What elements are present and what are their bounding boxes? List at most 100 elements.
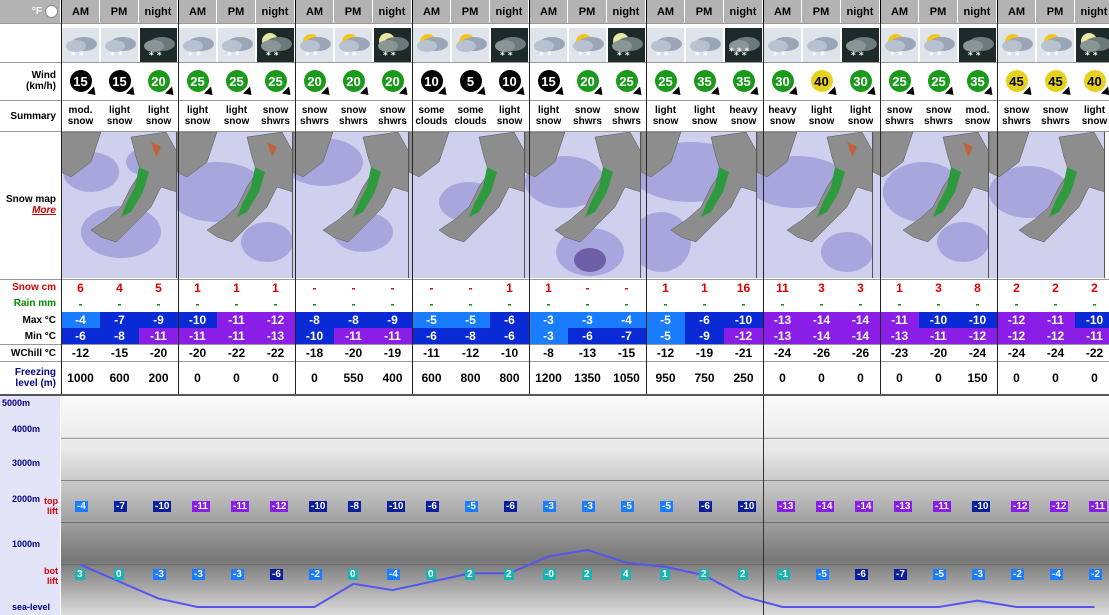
day-separator	[529, 23, 530, 394]
rain-mm-cell: -	[975, 296, 980, 311]
wind-direction-arrow-icon	[632, 86, 645, 99]
wind-cell: 35	[685, 62, 724, 100]
rain-mm-cell: -	[390, 296, 395, 311]
weather-cell: * *	[217, 26, 256, 64]
freezing-level-cell: 1000	[67, 371, 94, 385]
freezing-level-cell: 1350	[574, 371, 601, 385]
rain-mm-cell: -	[195, 296, 200, 311]
summary-cell: snow shwrs	[295, 101, 334, 131]
sun-snow-icon: * *	[880, 28, 918, 62]
unit-toggle-radio-icon[interactable]	[45, 5, 58, 18]
wind-chill-cell: -26	[851, 346, 870, 360]
wind-chill-cell: -11	[423, 346, 440, 360]
wind-label-line2: (km/h)	[26, 81, 56, 92]
summary-text: light	[693, 105, 716, 116]
max-temp-cell: -10	[724, 312, 763, 328]
mountain-profile-chart: -4 -7 -10 -11 -11 -12 -10 -8 -10 -6 -5 -6 -3 -3 -5 -5 -6…	[61, 396, 1109, 615]
rain-mm-cell: -	[819, 296, 824, 311]
wind-direction-arrow-icon	[398, 86, 411, 99]
summary-text: shwrs	[339, 116, 368, 127]
wind-speed-value: 25	[229, 73, 244, 89]
svg-text:* *: * *	[149, 51, 162, 61]
summary-text: shwrs	[378, 116, 407, 127]
summary-cell: light snow	[529, 101, 568, 131]
period-header-pm: PM	[217, 0, 256, 23]
freezing-level-cell: 0	[272, 371, 279, 385]
snow-map-thumbnail[interactable]	[873, 132, 989, 278]
max-temp-cell: -14	[841, 312, 880, 328]
wind-direction-arrow-icon	[515, 86, 528, 99]
snow-map-thumbnail[interactable]	[641, 132, 757, 278]
snow-map-thumbnail[interactable]	[409, 132, 525, 278]
wind-speed-value: 25	[619, 73, 634, 89]
top-lift-temp-badge: -8	[348, 501, 361, 512]
snow-map-thumbnail[interactable]	[61, 132, 177, 278]
summary-text: snow	[925, 105, 952, 116]
snow-map-label-text: Snow map	[5, 194, 56, 205]
wind-cell: 15	[100, 62, 139, 100]
max-temp-cell: -11	[1036, 312, 1075, 328]
snow-cm-cell: 1	[662, 280, 669, 295]
rain-mm-cell: -	[507, 296, 512, 311]
bot-lift-temp-badge: -2	[1011, 569, 1024, 580]
wind-cell: 20	[568, 62, 607, 100]
wind-chill-cell: -20	[344, 346, 363, 360]
weather-cell: * *	[61, 26, 100, 64]
unit-toggle[interactable]: °F	[0, 0, 60, 23]
snow-map-thumbnail[interactable]	[293, 132, 409, 278]
summary-cell: snow shwrs	[256, 101, 295, 131]
period-header-pm: PM	[334, 0, 373, 23]
bot-lift-temp-badge: -3	[972, 569, 985, 580]
summary-cell: light snow	[646, 101, 685, 131]
snow-cm-cell: 1	[272, 280, 279, 295]
snow-map-thumbnail[interactable]	[989, 132, 1105, 278]
wind-speed-icon: 25	[927, 70, 957, 99]
altitude-label-4000: 4000m	[12, 424, 41, 434]
wind-speed-value: 30	[853, 73, 868, 89]
max-temp-cell: -10	[958, 312, 997, 328]
wind-chill-cell: -19	[383, 346, 402, 360]
snow-cm-cell: 6	[77, 280, 84, 295]
freezing-level-cell: 800	[499, 371, 520, 385]
top-lift-temp-badge: -10	[153, 501, 172, 512]
summary-text: snow	[964, 116, 991, 127]
divider	[0, 344, 1109, 345]
wind-direction-arrow-icon	[827, 86, 840, 99]
wind-cell: 20	[139, 62, 178, 100]
svg-text:* *: * *	[266, 51, 279, 61]
rain-mm-row: Rain mm - - - - - - - - - - - - - - - - - - - - - - - - - - -	[0, 296, 1109, 311]
bot-lift-temp-badge: -2	[309, 569, 322, 580]
period-header-night: night	[841, 0, 880, 23]
wind-speed-value: 15	[73, 73, 88, 89]
wind-direction-arrow-icon	[86, 86, 99, 99]
snow-map-more-link[interactable]: More	[32, 205, 56, 216]
top-lift-temp-badge: -10	[309, 501, 328, 512]
wind-speed-value: 20	[151, 73, 166, 89]
sun-snow-icon: * *	[295, 28, 333, 62]
wind-speed-value: 35	[970, 73, 985, 89]
freezing-level-cell: 0	[935, 371, 942, 385]
svg-text:* *: * *	[578, 51, 591, 61]
top-lift-temp-badge: -5	[660, 501, 673, 512]
snow-map-thumbnail[interactable]	[525, 132, 641, 278]
summary-text: snow	[496, 116, 523, 127]
freezing-level-cell: 0	[194, 371, 201, 385]
freezing-level-cell: 600	[109, 371, 130, 385]
top-lift-temp-badge: -10	[738, 501, 757, 512]
top-lift-temp-badge: -11	[1089, 501, 1107, 512]
freezing-level-cell: 550	[343, 371, 364, 385]
snow-map-thumbnail[interactable]	[757, 132, 873, 278]
snow-map-thumbnail[interactable]	[177, 132, 293, 278]
rain-mm-cell: -	[273, 296, 278, 311]
bot-lift-temp-badge: 4	[621, 569, 631, 580]
period-header-pm: PM	[802, 0, 841, 23]
period-header-pm: PM	[919, 0, 958, 23]
top-lift-temp-badge: -12	[1050, 501, 1069, 512]
snow-map-row: Snow map More	[0, 132, 1109, 278]
summary-text: snow	[184, 116, 211, 127]
freezing-level-cell: 200	[148, 371, 169, 385]
wind-speed-icon: 10	[498, 70, 528, 99]
snow-cm-cell: 1	[896, 280, 903, 295]
altitude-label-3000: 3000m	[12, 458, 41, 468]
svg-text:* *: * *	[1085, 51, 1098, 61]
